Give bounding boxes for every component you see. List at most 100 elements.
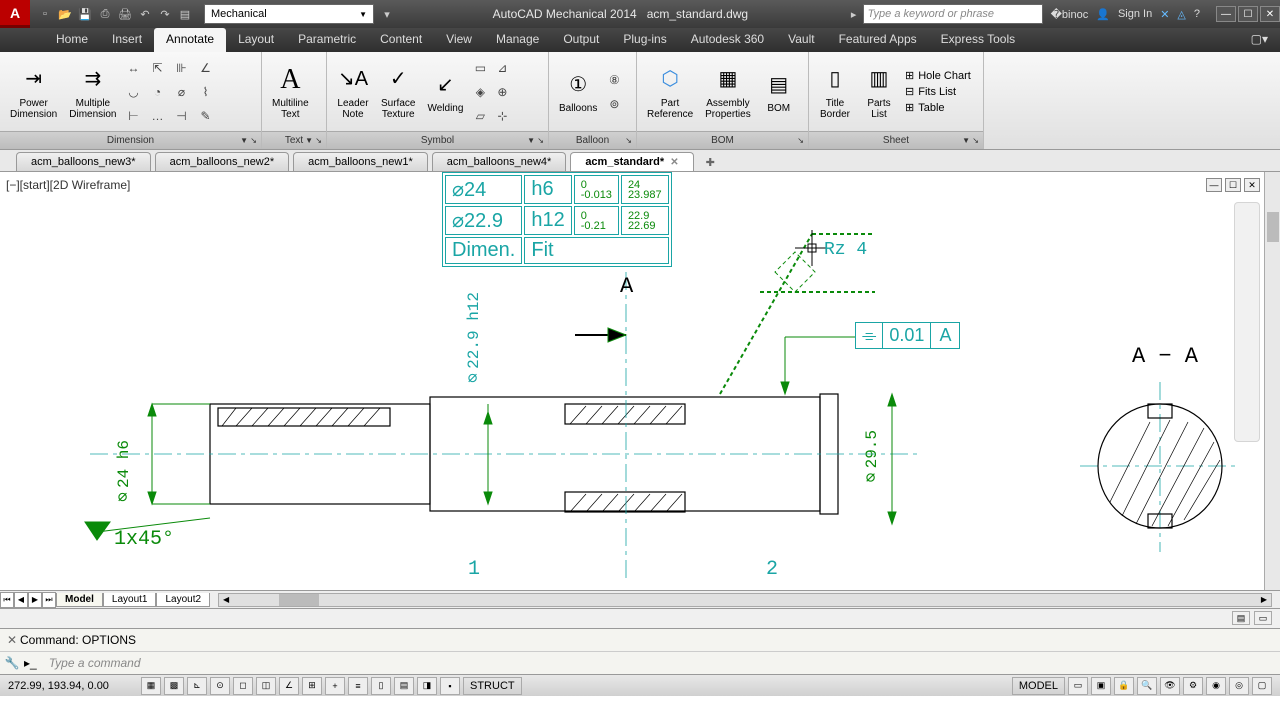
part-reference-button[interactable]: ⬡Part Reference bbox=[641, 62, 699, 122]
balloons-button[interactable]: ①Balloons bbox=[553, 67, 603, 116]
tab-output[interactable]: Output bbox=[551, 28, 611, 52]
radius-dim-icon[interactable]: ◔ bbox=[147, 81, 169, 103]
app-menu-icon[interactable]: A bbox=[0, 0, 30, 28]
tab-manage[interactable]: Manage bbox=[484, 28, 551, 52]
power-dimension-button[interactable]: ⇥Power Dimension bbox=[4, 62, 63, 122]
linear-dim-icon[interactable]: ↔ bbox=[123, 57, 145, 79]
tab-parametric[interactable]: Parametric bbox=[286, 28, 368, 52]
close-icon[interactable]: ✕ bbox=[1260, 6, 1280, 22]
nav-bar[interactable] bbox=[1234, 202, 1260, 442]
tab-featured[interactable]: Featured Apps bbox=[827, 28, 929, 52]
isolate-icon[interactable]: ◎ bbox=[1229, 677, 1249, 695]
taper-icon[interactable]: ▱ bbox=[469, 105, 491, 127]
doctab-0[interactable]: acm_balloons_new3* bbox=[16, 152, 151, 171]
datum-icon[interactable]: ◈ bbox=[469, 81, 491, 103]
plot-icon[interactable]: 🖨 bbox=[116, 5, 134, 23]
hw-accel-icon[interactable]: ◉ bbox=[1206, 677, 1226, 695]
panel-title-dimension[interactable]: Dimension ▼ ↘ bbox=[0, 131, 261, 149]
qview-dwg-icon[interactable]: ▣ bbox=[1091, 677, 1111, 695]
target-icon[interactable]: ⊕ bbox=[491, 81, 513, 103]
exchange-icon[interactable]: ✕ bbox=[1160, 8, 1169, 21]
cmd-close-icon[interactable]: ✕ bbox=[4, 633, 20, 647]
otrack-icon[interactable]: ∠ bbox=[279, 677, 299, 695]
tab-layout[interactable]: Layout bbox=[226, 28, 286, 52]
hscroll-left-icon[interactable]: ◀ bbox=[219, 594, 233, 606]
annovis-icon[interactable]: 🔍 bbox=[1137, 677, 1157, 695]
3dosnap-icon[interactable]: ◫ bbox=[256, 677, 276, 695]
snap-icon[interactable]: ▦ bbox=[141, 677, 161, 695]
fits-list-button[interactable]: ⊟Fits List bbox=[901, 84, 975, 99]
tab-insert[interactable]: Insert bbox=[100, 28, 154, 52]
continue-dim-icon[interactable]: … bbox=[147, 105, 169, 127]
tray-layer-icon[interactable]: ▤ bbox=[1232, 611, 1250, 625]
diameter-dim-icon[interactable]: ⌀ bbox=[171, 81, 193, 103]
search-dropdown-icon[interactable]: ▸ bbox=[845, 5, 863, 23]
tab-view[interactable]: View bbox=[434, 28, 484, 52]
redo-icon[interactable]: ↷ bbox=[156, 5, 174, 23]
assembly-props-button[interactable]: ▦Assembly Properties bbox=[699, 62, 757, 122]
angular-dim-icon[interactable]: ∠ bbox=[195, 57, 217, 79]
layout-first-icon[interactable]: ⏮ bbox=[0, 592, 14, 608]
sc-icon[interactable]: ◨ bbox=[417, 677, 437, 695]
layout-next-icon[interactable]: ▶ bbox=[28, 592, 42, 608]
mtext-button[interactable]: AMultiline Text bbox=[266, 62, 315, 122]
drawing-canvas[interactable]: [−][start][2D Wireframe] — ☐ ✕ ⌀24h60 -0… bbox=[0, 172, 1280, 590]
panel-title-text[interactable]: Text ▼ ↘ bbox=[262, 131, 326, 149]
hscroll-right-icon[interactable]: ▶ bbox=[1257, 594, 1271, 606]
leader-note-button[interactable]: ↘ALeader Note bbox=[331, 62, 375, 122]
cleanscreen-icon[interactable]: ▢ bbox=[1252, 677, 1272, 695]
doctab-4[interactable]: acm_standard*✕ bbox=[570, 152, 693, 171]
annoscale-icon[interactable]: 🔒 bbox=[1114, 677, 1134, 695]
panel-title-bom[interactable]: BOM ↘ bbox=[637, 131, 808, 149]
horizontal-scrollbar[interactable]: ◀ ▶ bbox=[218, 593, 1272, 607]
fcf-icon[interactable]: ▭ bbox=[469, 57, 491, 79]
undo-icon[interactable]: ↶ bbox=[136, 5, 154, 23]
osnap-icon[interactable]: ◻ bbox=[233, 677, 253, 695]
ortho-icon[interactable]: ⊾ bbox=[187, 677, 207, 695]
help-icon[interactable]: ? bbox=[1194, 8, 1200, 20]
dyn-icon[interactable]: + bbox=[325, 677, 345, 695]
qp-icon[interactable]: ▤ bbox=[394, 677, 414, 695]
workspace-combo[interactable]: Mechanical bbox=[204, 4, 374, 24]
new-icon[interactable]: ▫ bbox=[36, 5, 54, 23]
dim-edit-icon[interactable]: ✎ bbox=[195, 105, 217, 127]
struct-toggle[interactable]: STRUCT bbox=[463, 677, 522, 695]
tab-express[interactable]: Express Tools bbox=[929, 28, 1027, 52]
search-input[interactable]: Type a keyword or phrase bbox=[863, 4, 1043, 24]
arc-dim-icon[interactable]: ◡ bbox=[123, 81, 145, 103]
panel-title-symbol[interactable]: Symbol ▼ ↘ bbox=[327, 131, 548, 149]
panel-title-sheet[interactable]: Sheet ▼ ↘ bbox=[809, 131, 983, 149]
lwt-icon[interactable]: ≡ bbox=[348, 677, 368, 695]
signin-label[interactable]: Sign In bbox=[1118, 8, 1152, 20]
balloon-style-icon[interactable]: ⑧ bbox=[603, 69, 625, 91]
ordinate-dim-icon[interactable]: ⊢ bbox=[123, 105, 145, 127]
welding-button[interactable]: ↙Welding bbox=[421, 67, 469, 116]
jogged-dim-icon[interactable]: ⌇ bbox=[195, 81, 217, 103]
polar-icon[interactable]: ⊙ bbox=[210, 677, 230, 695]
break-dim-icon[interactable]: ⊣ bbox=[171, 105, 193, 127]
tab-home[interactable]: Home bbox=[44, 28, 100, 52]
tpy-icon[interactable]: ▯ bbox=[371, 677, 391, 695]
panel-title-balloon[interactable]: Balloon ↘ bbox=[549, 131, 636, 149]
tab-a360[interactable]: Autodesk 360 bbox=[679, 28, 776, 52]
command-input[interactable]: Type a command bbox=[41, 656, 1276, 670]
table-button[interactable]: ⊞Table bbox=[901, 100, 975, 115]
cmd-options-icon[interactable]: 🔧 bbox=[4, 656, 20, 670]
bom-button[interactable]: ▤BOM bbox=[757, 67, 801, 116]
infocenter-icon[interactable]: �binoc bbox=[1051, 8, 1089, 21]
am-icon[interactable]: ▪ bbox=[440, 677, 460, 695]
centerline-icon[interactable]: ⊹ bbox=[491, 105, 513, 127]
vertical-scrollbar[interactable] bbox=[1264, 172, 1280, 590]
coordinates[interactable]: 272.99, 193.94, 0.00 bbox=[8, 680, 138, 692]
layout-layout1[interactable]: Layout1 bbox=[103, 593, 157, 607]
tray-annoscale-icon[interactable]: ▭ bbox=[1254, 611, 1272, 625]
ducs-icon[interactable]: ⊞ bbox=[302, 677, 322, 695]
baseline-dim-icon[interactable]: ⊪ bbox=[171, 57, 193, 79]
ws-switch-icon[interactable]: ⚙ bbox=[1183, 677, 1203, 695]
tab-annotate[interactable]: Annotate bbox=[154, 28, 226, 52]
grid-icon[interactable]: ▩ bbox=[164, 677, 184, 695]
layer-icon[interactable]: ▤ bbox=[176, 5, 194, 23]
annoauto-icon[interactable]: 👁 bbox=[1160, 677, 1180, 695]
doctab-close-icon[interactable]: ✕ bbox=[670, 157, 678, 168]
ribbon-minimize-icon[interactable]: ▢▾ bbox=[1239, 28, 1280, 52]
